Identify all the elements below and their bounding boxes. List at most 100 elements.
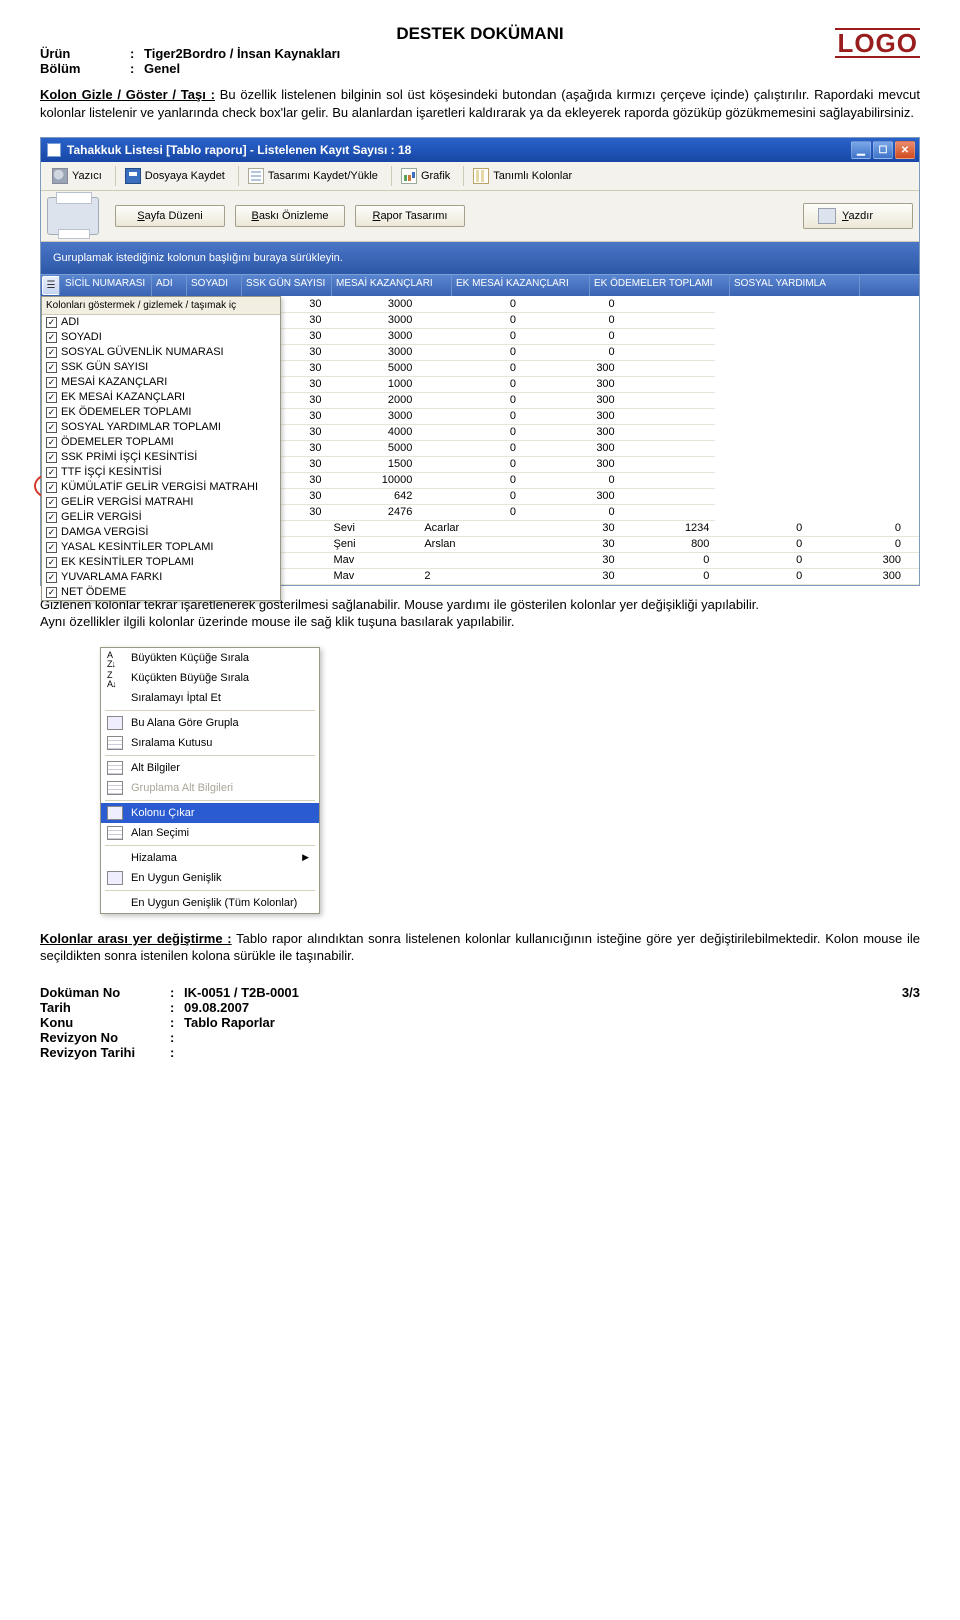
box-icon (107, 736, 123, 750)
column-visibility-item[interactable]: DAMGA VERGİSİ (42, 525, 280, 540)
column-name: SOSYAL GÜVENLİK NUMARASI (61, 345, 224, 360)
column-name: ADI (61, 315, 79, 330)
document-header: DESTEK DOKÜMANI Ürün : Tiger2Bordro / İn… (40, 24, 920, 76)
col-header[interactable]: EK MESAİ KAZANÇLARI (452, 275, 590, 296)
sheet-icon (248, 168, 264, 184)
checkbox-icon (46, 422, 57, 433)
col-header[interactable]: MESAİ KAZANÇLARI (332, 275, 452, 296)
checkbox-icon (46, 407, 57, 418)
checkbox-icon (46, 437, 57, 448)
col-header[interactable]: SOYADI (187, 275, 242, 296)
column-visibility-item[interactable]: EK MESAİ KAZANÇLARI (42, 390, 280, 405)
menu-item-label: Alan Seçimi (131, 827, 189, 839)
bestfit-icon (107, 871, 123, 885)
column-name: YUVARLAMA FARKI (61, 570, 162, 585)
checkbox-icon (46, 362, 57, 373)
context-menu-item[interactable]: En Uygun Genişlik (101, 868, 319, 888)
context-menu-item[interactable]: Alt Bilgiler (101, 758, 319, 778)
product-label: Ürün (40, 46, 130, 61)
column-visibility-item[interactable]: GELİR VERGİSİ MATRAHI (42, 495, 280, 510)
column-name: GELİR VERGİSİ MATRAHI (61, 495, 193, 510)
column-visibility-item[interactable]: GELİR VERGİSİ (42, 510, 280, 525)
print-preview-button[interactable]: Baskı Önizleme (235, 205, 345, 227)
app-icon (47, 143, 61, 157)
report-design-button[interactable]: Rapor Tasarımı (355, 205, 465, 227)
column-visibility-item[interactable]: SSK GÜN SAYISI (42, 360, 280, 375)
column-visibility-item[interactable]: NET ÖDEME (42, 585, 280, 600)
context-menu-item[interactable]: ZA↓Küçükten Büyüğe Sırala (101, 668, 319, 688)
context-menu-item[interactable]: Sıralamayı İptal Et (101, 688, 319, 708)
column-visibility-item[interactable]: SSK PRİMİ İŞÇİ KESİNTİSİ (42, 450, 280, 465)
menu-item-label: Kolonu Çıkar (131, 807, 195, 819)
group-icon (107, 716, 123, 730)
context-menu-item: Gruplama Alt Bilgileri (101, 778, 319, 798)
menu-item-label: Sıralamayı İptal Et (131, 692, 221, 704)
context-menu-item[interactable]: Alan Seçimi (101, 823, 319, 843)
column-visibility-item[interactable]: SOSYAL GÜVENLİK NUMARASI (42, 345, 280, 360)
print-button[interactable]: Yazdır (803, 203, 913, 229)
context-menu-item[interactable]: Kolonu Çıkar (101, 803, 319, 823)
document-footer: Doküman No : IK-0051 / T2B-0001 3/3 Tari… (40, 985, 920, 1060)
context-menu-item[interactable]: AZ↓Büyükten Küçüğe Sırala (101, 648, 319, 668)
printer-button[interactable]: Yazıcı (47, 165, 111, 187)
col-header[interactable]: EK ÖDEMELER TOPLAMI (590, 275, 730, 296)
defined-columns-button[interactable]: Tanımlı Kolonlar (468, 165, 581, 187)
context-menu-item[interactable]: En Uygun Genişlik (Tüm Kolonlar) (101, 893, 319, 913)
logo: LOGO (835, 28, 920, 58)
page-setup-button[interactable]: Sayfa Düzeni (115, 205, 225, 227)
column-name: SOSYAL YARDIMLAR TOPLAMI (61, 420, 221, 435)
group-drop-area[interactable]: Guruplamak istediğiniz kolonun başlığını… (41, 242, 919, 274)
chart-button[interactable]: Grafik (396, 165, 459, 187)
column-header-row: ☰ SİCİL NUMARASI ADI SOYADI SSK GÜN SAYI… (41, 274, 919, 296)
context-menu-item[interactable]: Sıralama Kutusu (101, 733, 319, 753)
product-value: Tiger2Bordro / İnsan Kaynakları (144, 46, 340, 61)
column-picker-button[interactable]: ☰ (42, 276, 60, 295)
column-visibility-item[interactable]: ÖDEMELER TOPLAMI (42, 435, 280, 450)
section-label: Bölüm (40, 61, 130, 76)
column-name: DAMGA VERGİSİ (61, 525, 148, 540)
column-visibility-item[interactable]: SOYADI (42, 330, 280, 345)
column-visibility-item[interactable]: TTF İŞÇİ KESİNTİSİ (42, 465, 280, 480)
printer-small-icon (818, 208, 836, 224)
save-design-button[interactable]: Tasarımı Kaydet/Yükle (243, 165, 387, 187)
column-visibility-item[interactable]: YASAL KESİNTİLER TOPLAMI (42, 540, 280, 555)
date-label: Tarih (40, 1000, 170, 1015)
col-header[interactable]: ADI (152, 275, 187, 296)
window-title: Tahakkuk Listesi [Tablo raporu] - Listel… (67, 143, 411, 157)
context-menu-item[interactable]: Hizalama ▶ (101, 848, 319, 868)
column-visibility-item[interactable]: MESAİ KAZANÇLARI (42, 375, 280, 390)
menu-item-label: Hizalama (131, 852, 177, 864)
checkbox-icon (46, 317, 57, 328)
sort-asc-icon: ZA↓ (107, 671, 123, 685)
col-header[interactable]: SOSYAL YARDIMLA (730, 275, 860, 296)
column-name: EK MESAİ KAZANÇLARI (61, 390, 185, 405)
group-footer-icon (107, 781, 123, 795)
context-menu-item[interactable]: Bu Alana Göre Grupla (101, 713, 319, 733)
paragraph-1: Kolon Gizle / Göster / Taşı : Bu özellik… (40, 86, 920, 121)
maximize-button[interactable]: ☐ (873, 141, 893, 159)
toolbar-main: Yazıcı Dosyaya Kaydet Tasarımı Kaydet/Yü… (41, 162, 919, 191)
topic-value: Tablo Raporlar (184, 1015, 275, 1030)
minimize-button[interactable]: ▁ (851, 141, 871, 159)
menu-item-label: Bu Alana Göre Grupla (131, 717, 239, 729)
close-button[interactable]: ✕ (895, 141, 915, 159)
column-visibility-item[interactable]: KÜMÜLATİF GELİR VERGİSİ MATRAHI (42, 480, 280, 495)
app-window: Tahakkuk Listesi [Tablo raporu] - Listel… (40, 137, 920, 586)
submenu-arrow-icon: ▶ (302, 852, 309, 863)
remove-column-icon (107, 806, 123, 820)
column-visibility-item[interactable]: YUVARLAMA FARKI (42, 570, 280, 585)
checkbox-icon (46, 467, 57, 478)
save-file-button[interactable]: Dosyaya Kaydet (120, 165, 234, 187)
checkbox-icon (46, 497, 57, 508)
col-header[interactable]: SİCİL NUMARASI (61, 275, 152, 296)
topic-label: Konu (40, 1015, 170, 1030)
column-visibility-item[interactable]: EK KESİNTİLER TOPLAMI (42, 555, 280, 570)
col-header[interactable]: SSK GÜN SAYISI (242, 275, 332, 296)
checkbox-icon (46, 557, 57, 568)
docno-label: Doküman No (40, 985, 170, 1000)
checkbox-icon (46, 482, 57, 493)
docno-value: IK-0051 / T2B-0001 (184, 985, 299, 1000)
column-visibility-item[interactable]: SOSYAL YARDIMLAR TOPLAMI (42, 420, 280, 435)
column-visibility-item[interactable]: EK ÖDEMELER TOPLAMI (42, 405, 280, 420)
column-visibility-item[interactable]: ADI (42, 315, 280, 330)
